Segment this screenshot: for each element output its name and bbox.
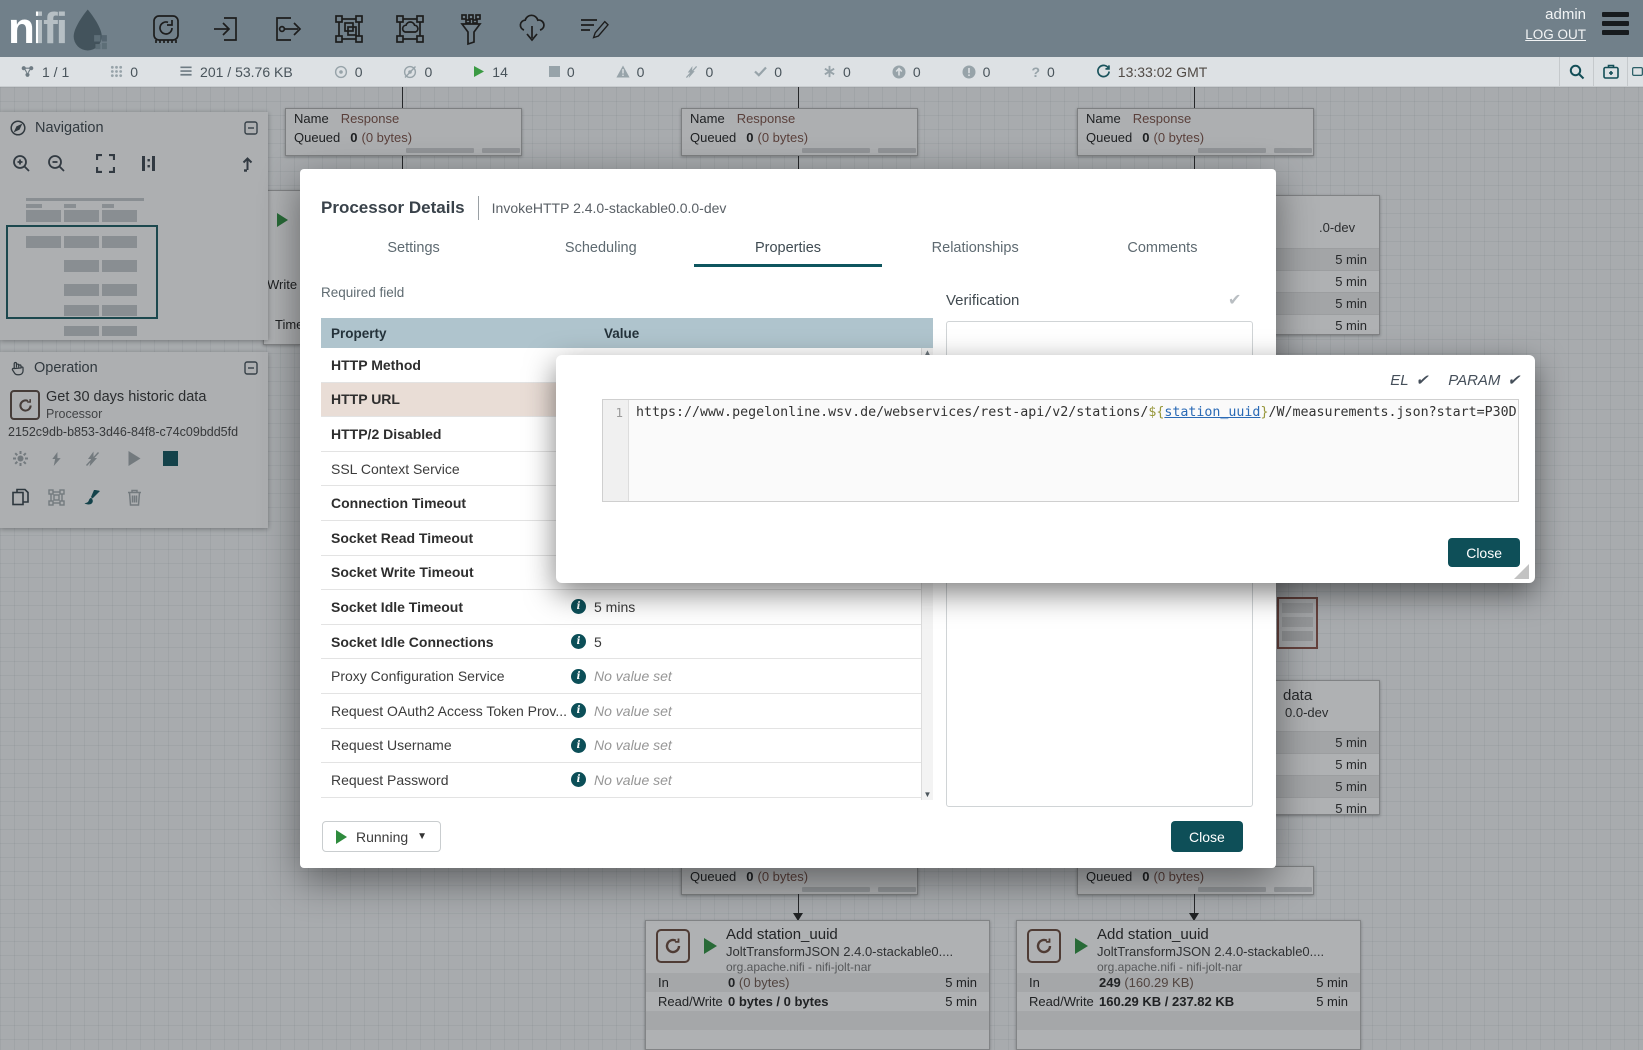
queue-list-icon [179,65,193,78]
table-row[interactable]: Request PasswordiNo value set [321,763,933,798]
editor-content[interactable]: https://www.pegelonline.wsv.de/webservic… [629,400,1517,501]
asterisk-icon [823,65,836,78]
nifi-logo-text: nifi [8,7,66,51]
table-row[interactable]: Socket Idle Timeouti5 mins [321,590,933,625]
chevron-down-icon: ▼ [417,831,427,842]
status-not-transmitting: 0 [403,64,432,80]
info-icon: i [571,599,586,614]
editor-close-button[interactable]: Close [1448,538,1520,567]
tab-properties[interactable]: Properties [694,231,881,265]
processor-component-icon[interactable] [148,11,184,47]
required-field-label: Required field [321,285,404,300]
status-invalid: 0 [616,64,645,80]
process-group-component-icon[interactable] [331,11,367,47]
scroll-down-icon[interactable]: ▼ [924,790,932,800]
status-bar: 1 / 1 0 201 / 53.76 KB 0 0 14 0 0 0 0 0 [0,57,1643,87]
warning-icon [616,65,630,78]
settings-button-partial[interactable] [1627,57,1643,86]
check-icon: ✔ [1416,371,1429,389]
input-port-component-icon[interactable] [209,11,245,47]
transmitting-icon [334,65,348,79]
output-port-component-icon[interactable] [270,11,306,47]
question-icon: ? [1031,64,1040,80]
status-sync-failure: ? 0 [1031,64,1054,80]
param-supported-indicator: PARAM✔ [1448,371,1520,389]
dialog-title: Processor Details [321,198,465,218]
verification-label: Verification [946,292,1019,309]
editor-line-number: 1 [603,400,629,501]
logout-link[interactable]: LOG OUT [1525,27,1586,42]
property-value-editor: EL✔ PARAM✔ 1 https://www.pegelonline.wsv… [556,355,1535,583]
table-header: Property Value [321,318,933,348]
component-toolbar [148,11,611,47]
el-supported-indicator: EL✔ [1390,371,1428,389]
funnel-component-icon[interactable] [453,11,489,47]
refresh-icon[interactable] [1096,64,1111,79]
check-icon [754,66,767,77]
info-icon: i [571,634,586,649]
not-transmitting-icon [403,65,417,79]
search-button[interactable] [1559,57,1593,86]
dialog-tabs: Settings Scheduling Properties Relations… [320,231,1256,265]
table-row[interactable]: Request UsernameiNo value set [321,729,933,764]
status-locally-modified-stale: 0 [962,64,991,80]
tab-comments[interactable]: Comments [1069,231,1256,265]
el-parameter-reference: station_uuid [1164,405,1260,420]
grid-icon [110,65,123,78]
global-menu-icon[interactable] [1602,12,1629,39]
status-transmitting: 0 [334,64,363,80]
status-locally-modified: 0 [823,64,851,80]
status-disabled: 0 [685,64,713,80]
arrow-up-circle-icon [892,65,906,79]
verification-check-icon[interactable]: ✔ [1228,290,1241,310]
status-stopped: 0 [549,64,575,80]
column-property: Property [321,326,604,341]
tab-relationships[interactable]: Relationships [882,231,1069,265]
bolt-slash-icon [685,65,698,79]
stopped-icon [549,66,560,77]
resize-handle[interactable] [1514,564,1529,579]
check-icon: ✔ [1507,371,1520,389]
run-state-dropdown[interactable]: Running ▼ [322,821,441,852]
info-icon: i [571,772,586,787]
status-remote-groups: 0 [110,64,138,80]
label-component-icon[interactable] [575,11,611,47]
status-up-to-date: 0 [754,64,782,80]
exclamation-circle-icon [962,65,976,79]
running-icon [473,65,485,78]
first-aid-kit-button[interactable] [1593,57,1627,86]
table-row[interactable]: Socket Idle Connectionsi5 [321,625,933,660]
template-component-icon[interactable] [514,11,550,47]
last-refresh-time: 13:33:02 GMT [1118,64,1208,80]
info-icon: i [571,738,586,753]
remote-process-group-component-icon[interactable] [392,11,428,47]
info-icon: i [571,703,586,718]
status-queued: 201 / 53.76 KB [179,64,293,80]
running-state-icon [336,830,347,844]
status-running: 14 [473,64,508,80]
nifi-drop-icon [68,7,110,53]
column-value: Value [604,326,639,341]
value-code-editor[interactable]: 1 https://www.pegelonline.wsv.de/webserv… [602,399,1519,502]
title-divider [478,196,479,220]
tab-settings[interactable]: Settings [320,231,507,265]
cluster-icon [20,64,35,79]
dialog-subtitle: InvokeHTTP 2.4.0-stackable0.0.0-dev [492,200,727,216]
table-row[interactable]: Proxy Configuration ServiceiNo value set [321,659,933,694]
status-refresh[interactable]: 13:33:02 GMT [1096,64,1208,80]
app-header: nifi admin LOG OUT [0,0,1643,57]
nifi-logo: nifi [8,5,110,53]
info-icon: i [571,669,586,684]
status-stale: 0 [892,64,921,80]
table-row[interactable]: Request OAuth2 Access Token Prov...iNo v… [321,694,933,729]
tab-scheduling[interactable]: Scheduling [507,231,694,265]
dialog-close-button[interactable]: Close [1171,821,1243,852]
current-user: admin [1525,6,1586,23]
status-cluster: 1 / 1 [20,64,69,80]
